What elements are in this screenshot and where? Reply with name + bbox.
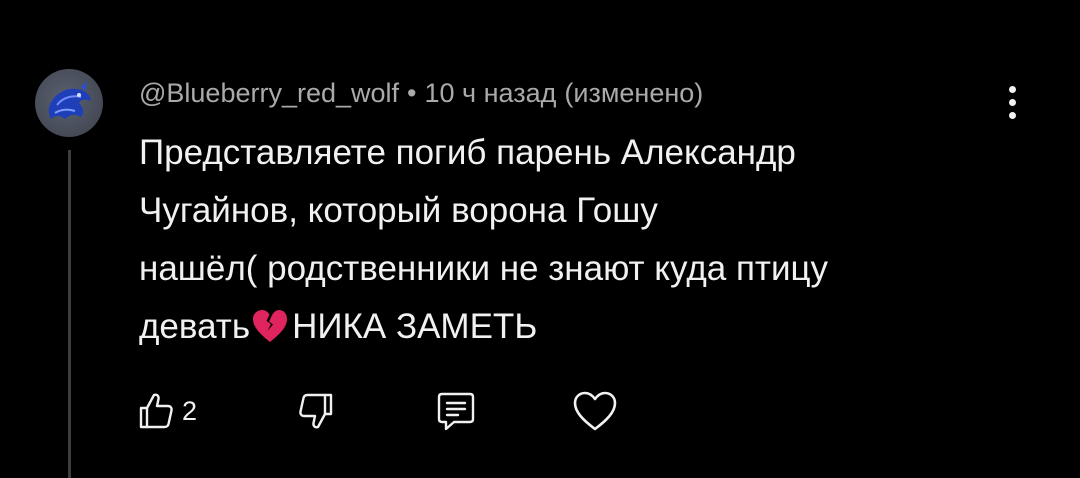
comment-text: Представляете погиб парень Александр Чуг… [139, 124, 969, 361]
comment-meta: @Blueberry_red_wolf • 10 ч назад (измене… [139, 76, 703, 110]
meta-separator: • [407, 77, 417, 108]
heart-outline-icon [573, 391, 617, 431]
comment-text-line: Представляете погиб парень Александр [139, 133, 796, 172]
comment-thread: @Blueberry_red_wolf • 10 ч назад (измене… [0, 0, 1080, 478]
thumbs-down-icon [299, 393, 333, 429]
creator-heart-button[interactable] [572, 384, 618, 438]
timestamp[interactable]: 10 ч назад [425, 78, 557, 109]
avatar[interactable] [35, 69, 103, 137]
dislike-button[interactable] [296, 384, 336, 438]
wolf-avatar-image [48, 81, 91, 119]
like-button[interactable]: 2 [136, 384, 197, 438]
comment-text-fragment: НИКА ЗАМЕТЬ [292, 307, 538, 346]
more-vertical-icon-dot [1008, 98, 1016, 106]
broken-heart-icon [252, 303, 288, 361]
more-vertical-icon-dot [1008, 111, 1016, 119]
comment-text-line-last: девать НИКА ЗАМЕТЬ [139, 298, 969, 361]
thumbs-up-icon [139, 393, 173, 429]
more-options-button[interactable] [992, 80, 1032, 124]
edited-label: (изменено) [564, 77, 704, 108]
more-vertical-icon-dot [1008, 85, 1016, 93]
comment-text-line: нашёл( родственники не знают куда птицу [139, 249, 829, 288]
like-count: 2 [182, 395, 198, 426]
author-name[interactable]: @Blueberry_red_wolf [139, 78, 399, 109]
comment-text-fragment: девать [139, 307, 251, 346]
reply-comment-icon [437, 392, 475, 431]
comment-text-line: Чугайнов, который ворона Гошу [139, 191, 658, 230]
thread-line [68, 150, 71, 478]
reply-button[interactable] [434, 384, 478, 438]
